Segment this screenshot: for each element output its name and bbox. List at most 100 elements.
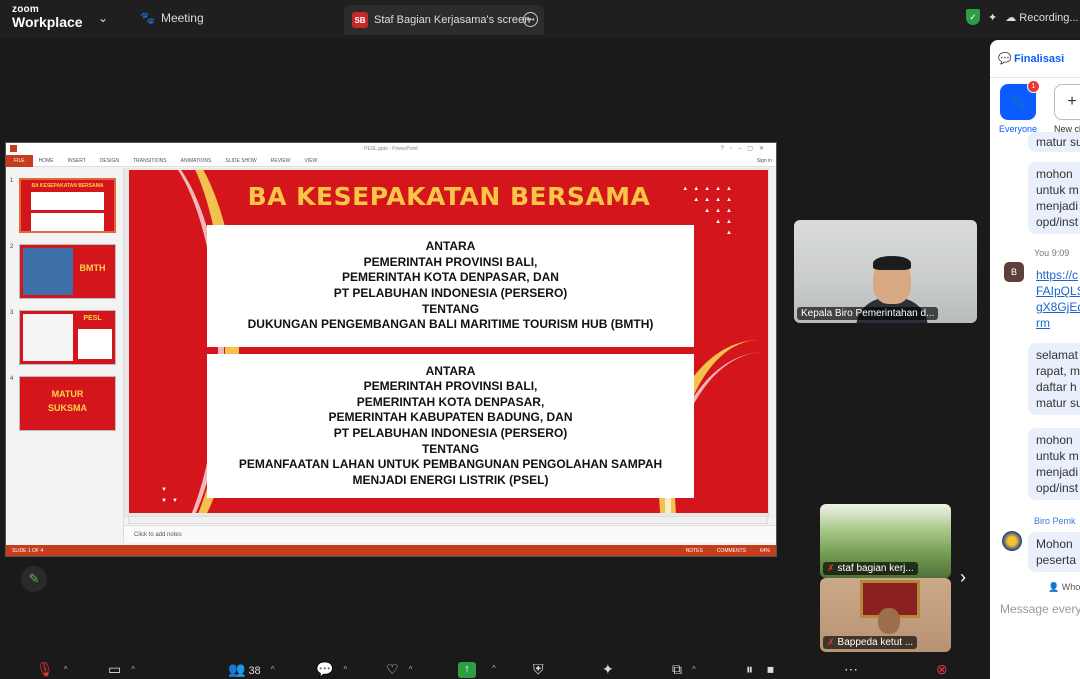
apps-button[interactable]: ⧉ ^ [672,662,696,677]
who-can-see-button[interactable]: 👤 Who [1048,582,1080,593]
security-button[interactable]: ⛨ [533,662,544,676]
chevron-up-icon[interactable]: ^ [492,662,496,676]
chevron-up-icon[interactable]: ^ [343,665,347,674]
thumb4-line1: MATUR [51,389,84,399]
slide-thumb-2[interactable]: BMTH [19,244,116,299]
chat-link[interactable]: FAIpQLS [1036,284,1080,298]
chat-line: menjadi [1036,199,1079,213]
screen-share-tab[interactable]: SB Staf Bagian Kerjasama's screen ••• [344,5,544,35]
notes-pane[interactable]: Click to add notes [124,525,776,543]
sharer-avatar: SB [352,12,368,28]
vertical-scrollbar[interactable] [768,168,776,518]
thumb2-map [23,248,73,295]
ribbon-tab-insert[interactable]: INSERT [68,158,86,164]
recording-label: Recording... [1019,11,1079,24]
chat-message[interactable]: Mohon peserta [1028,532,1080,572]
ribbon-tab-review[interactable]: REVIEW [271,158,291,164]
chat-message[interactable]: selamat rapat, m daftar h matur su [1028,343,1080,415]
ppt-window-title: PESL.pptx - PowerPoint [364,146,418,152]
more-button[interactable]: ⋯ [844,662,858,676]
ppt-ribbon: FILE HOME INSERT DESIGN TRANSITIONS ANIM… [6,154,776,167]
security-shield-icon[interactable]: ✓ [966,9,980,25]
chat-icon: 💬 [998,53,1012,65]
participant-name: Kepala Biro Pemerintahan d... [797,307,939,320]
mic-muted-button[interactable]: 🎙 ^ [36,662,68,677]
chat-link[interactable]: https://c [1036,268,1078,282]
box2-line: ANTARA [425,363,476,378]
chat-link[interactable]: rm [1036,316,1050,330]
box1-line: TENTANG [421,301,480,316]
recording-indicator[interactable]: ☁ Recording... [1005,11,1078,24]
chat-line: rapat, m [1036,364,1080,378]
video-button[interactable]: ▭ ^ [108,662,135,677]
zoom-logo[interactable]: zoom Workplace [12,5,83,30]
group-everyone[interactable]: 🐾 1 Everyone [999,80,1040,134]
stop-recording-button[interactable]: ⏹ [767,662,774,676]
chevron-up-icon[interactable]: ^ [409,665,413,674]
chat-message[interactable]: mohon untuk m menjadi opd/inst [1028,428,1080,500]
box2-line: PEMERINTAH KOTA DENPASAR, [356,394,545,409]
chat-line: opd/inst [1036,215,1079,229]
paw-icon: 🐾 1 [1000,80,1040,120]
chat-message[interactable]: mohon untuk m menjadi opd/inst [1028,162,1080,234]
shared-powerpoint-window: PESL.pptx - PowerPoint ?▫–▢✕ FILE HOME I… [5,142,777,557]
chat-message-link[interactable]: https://c FAIpQLS gX8GjEd rm [1028,263,1080,335]
video-tile-kepala-biro[interactable]: Kepala Biro Pemerintahan d... [794,220,977,323]
thumb4-line2: SUKSMA [47,403,87,413]
chevron-right-icon[interactable]: › [960,567,966,588]
ribbon-tab-file[interactable]: FILE [6,154,33,167]
ribbon-tab-design[interactable]: DESIGN [100,158,119,164]
top-bar: zoom Workplace ⌄ 🐾 Meeting SB Staf Bagia… [0,0,1080,38]
slide-editor: ▲▲▲▲▲ ▲▲▲▲ ▲▲▲ ▲▲ ▲ ▼ ▼▼ BA KESEPAKATAN BERSA… [124,168,776,518]
react-button[interactable]: ♡ ^ [386,662,412,677]
sign-in-link[interactable]: Sign in [757,158,772,164]
participant-name: ✗ Bappeda ketut ... [823,636,918,649]
ribbon-tab-slideshow[interactable]: SLIDE SHOW [225,158,256,164]
slide-thumb-1[interactable]: BA KESEPAKATAN BERSAMA [19,178,116,233]
video-tile-bappeda[interactable]: ✗ Bappeda ketut ... [820,578,951,652]
ai-companion-button[interactable]: ✦ [602,662,614,676]
ppt-status-bar: SLIDE 1 OF 4 NOTES COMMENTS 64% [6,545,776,556]
video-tile-staf-bagian[interactable]: ✗ staf bagian kerj... [820,504,951,578]
chat-button[interactable]: 💬 ^ [316,662,347,677]
participants-button[interactable]: 👥 38 ^ [228,662,274,678]
ribbon-tab-animations[interactable]: ANIMATIONS [181,158,212,164]
zoom-level[interactable]: 64% [760,548,770,554]
box2-line: PEMERINTAH PROVINSI BALI, [363,379,538,394]
slide-thumb-4[interactable]: MATUR SUKSMA [19,376,116,431]
chat-line: selamat [1036,348,1079,362]
message-input[interactable]: Message every [1000,602,1080,616]
box1-line: PEMERINTAH KOTA DENPASAR, DAN [342,270,559,285]
sparkle-icon[interactable]: ✦ [988,11,997,24]
pause-recording-button[interactable]: ⏸ [746,662,753,676]
box2-line: PT PELABUHAN INDONESIA (PERSERO) [333,426,568,440]
ribbon-tab-view[interactable]: VIEW [305,158,318,164]
notes-toggle[interactable]: NOTES [686,548,703,554]
comments-toggle[interactable]: COMMENTS [717,548,746,554]
horizontal-scrollbar[interactable] [128,516,768,524]
chevron-up-icon[interactable]: ^ [131,665,135,674]
box2-line: TENTANG [421,441,480,456]
meeting-toolbar: 🎙 ^ ▭ ^ 👥 38 ^ 💬 ^ ♡ ^ ↑ ^ ⛨ ✦ ⧉ ^ ⏸ ⏹ ⋯ ⊗ [0,655,990,679]
annotate-pen-icon[interactable]: ✎ [21,566,47,592]
ribbon-tab-home[interactable]: HOME [39,158,54,164]
ribbon-tab-transitions[interactable]: TRANSITIONS [133,158,167,164]
chevron-up-icon[interactable]: ^ [692,665,696,674]
chevron-down-icon[interactable]: ⌄ [98,11,108,25]
chat-link[interactable]: gX8GjEd [1036,300,1080,314]
thumb-number: 3 [10,310,14,316]
meeting-menu[interactable]: 🐾 Meeting [140,11,204,25]
new-chat-button[interactable]: + New ch [1054,84,1080,134]
slide-thumbnails: 1 BA KESEPAKATAN BERSAMA 2 BMTH 3 PESL 4… [6,168,124,543]
chevron-up-icon[interactable]: ^ [271,665,275,674]
chat-header[interactable]: 💬 Finalisasi [990,40,1080,78]
chevron-up-icon[interactable]: ^ [64,665,68,674]
more-icon[interactable]: ••• [523,12,538,27]
avatar-crest [1002,531,1022,551]
share-screen-button[interactable]: ↑ [458,662,476,678]
top-right-status: ✓ ✦ ☁ Recording... [966,9,1079,25]
person-hair [873,256,911,270]
leave-meeting-button[interactable]: ⊗ [936,662,948,676]
chat-message[interactable]: matur su [1028,132,1080,152]
slide-thumb-3[interactable]: PESL [19,310,116,365]
